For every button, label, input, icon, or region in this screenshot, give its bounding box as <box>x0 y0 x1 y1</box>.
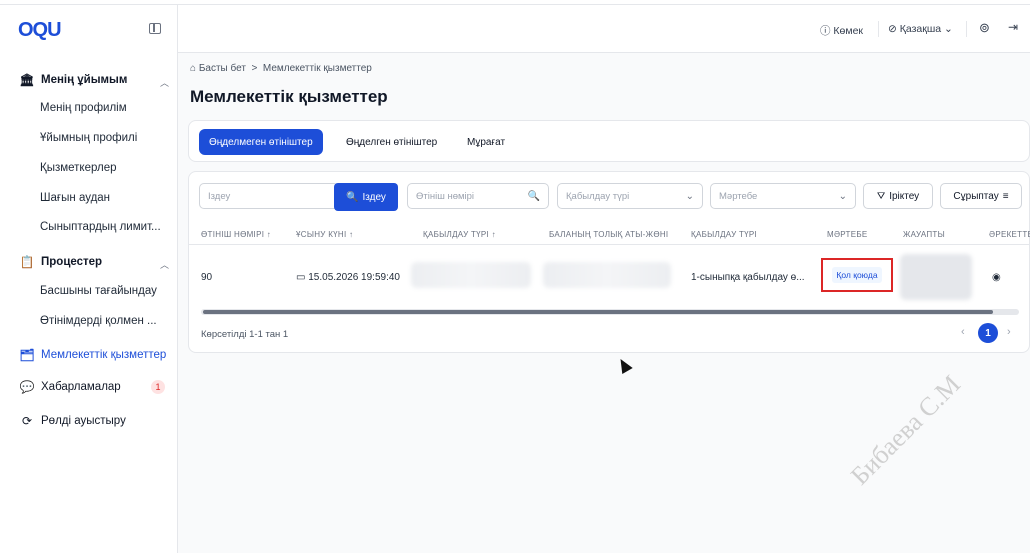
chevron-down-icon: ⌄ <box>685 190 694 202</box>
page-title: Мемлекеттік қызметтер <box>190 87 388 106</box>
cell-submit-date: ▭ 15.05.2026 19:59:40 <box>296 272 400 283</box>
column-header[interactable]: ӨТІНІШ НӨМІРІ ↑ <box>201 230 271 239</box>
globe-icon: ⊘ <box>888 23 897 35</box>
tab-unprocessed[interactable]: Өңделмеген өтініштер <box>199 129 323 155</box>
admission-type-select[interactable]: Қабылдау түрі ⌄ <box>557 183 703 209</box>
sidebar-item-notifications[interactable]: 💬 Хабарламалар <box>20 380 121 394</box>
column-header: ЖАУАПТЫ <box>903 230 945 239</box>
breadcrumb-separator: > <box>251 63 258 74</box>
search-icon: 🔍 <box>527 190 540 202</box>
sidebar-item-employees[interactable]: Қызметкерлер <box>40 162 117 174</box>
user-icon[interactable]: ⊚ <box>979 20 990 36</box>
sort-icon: ≡ <box>1002 190 1009 202</box>
building-icon: 🏛 <box>19 73 35 87</box>
column-header: ӘРЕКЕТТЕ <box>989 230 1030 239</box>
search-icon: 🔍 <box>346 191 359 203</box>
sidebar-group-label: Процестер <box>41 256 103 268</box>
chevron-up-icon[interactable]: ︿ <box>160 76 169 89</box>
application-number-input[interactable]: Өтініш нөмірі 🔍 <box>407 183 549 209</box>
main-content: ⌂ Басты бет > Мемлекеттік қызметтер Мемл… <box>178 53 1030 553</box>
status-badge-highlight: Қол қоюда <box>821 258 893 292</box>
message-icon: 💬 <box>19 380 35 394</box>
sidebar: OQU 🏛 Менің ұйымым ︿ Менің профилім Ұйым… <box>0 5 178 553</box>
chevron-up-icon[interactable]: ︿ <box>160 258 169 271</box>
redacted-cell <box>411 262 531 288</box>
sort-button[interactable]: Сұрыптау ≡ <box>940 183 1022 209</box>
sidebar-item-switch-role[interactable]: ⟳ Рөлді ауыстыру <box>20 414 126 428</box>
calendar-icon: ▭ <box>296 272 306 283</box>
sidebar-item-gov-services[interactable]: 🗂 Мемлекеттік қызметтер <box>19 348 167 362</box>
divider <box>966 21 967 37</box>
column-header[interactable]: ҚАБЫЛДАУ ТҮРІ ↑ <box>423 230 496 239</box>
redacted-cell <box>543 262 671 288</box>
sidebar-collapse-icon[interactable] <box>149 23 161 34</box>
chevron-right-icon[interactable]: › <box>1007 326 1011 338</box>
column-header: БАЛАНЫҢ ТОЛЫҚ АТЫ-ЖӨНІ <box>549 230 669 239</box>
tab-bar: Өңделмеген өтініштер Өңделген өтініштер … <box>188 120 1030 162</box>
sidebar-item-manual-applications[interactable]: Өтінімдерді қолмен ... <box>40 315 157 327</box>
column-header[interactable]: ҰСЫНУ КҮНІ ↑ <box>296 230 353 239</box>
breadcrumb-current: Мемлекеттік қызметтер <box>262 63 372 74</box>
tab-archive[interactable]: Мұрағат <box>457 129 515 155</box>
filter-button[interactable]: ⛛ Іріктеу <box>863 183 933 209</box>
app-logo[interactable]: OQU <box>18 19 62 42</box>
sidebar-group-processes[interactable]: 📋 Процестер <box>19 255 103 269</box>
tab-processed[interactable]: Өңделген өтініштер <box>336 129 447 155</box>
sidebar-group-label: Менің ұйымым <box>41 74 128 86</box>
notification-badge: 1 <box>151 380 165 394</box>
clipboard-icon: 📋 <box>19 255 35 269</box>
breadcrumb: ⌂ Басты бет > Мемлекеттік қызметтер <box>190 63 372 74</box>
logout-icon[interactable]: ⇥ <box>1008 20 1018 34</box>
chevron-down-icon: ⌄ <box>838 190 847 202</box>
divider <box>878 21 879 37</box>
cell-admission-type: 1-сыныпқа қабылдау ө... <box>691 272 805 283</box>
scrollbar-thumb[interactable] <box>203 310 993 314</box>
sidebar-link-label: Мемлекеттік қызметтер <box>41 349 167 361</box>
sidebar-group-my-org[interactable]: 🏛 Менің ұйымым <box>19 73 128 87</box>
redacted-cell <box>900 254 972 300</box>
status-select[interactable]: Мәртебе ⌄ <box>710 183 856 209</box>
help-icon: ⓘ <box>820 25 831 37</box>
divider <box>189 244 1030 245</box>
chevron-left-icon[interactable]: ‹ <box>961 326 965 338</box>
sidebar-item-assign-head[interactable]: Басшыны тағайындау <box>40 285 157 297</box>
horizontal-scrollbar[interactable] <box>201 309 1019 315</box>
services-icon: 🗂 <box>19 348 35 362</box>
refresh-icon: ⟳ <box>21 414 33 428</box>
status-badge: Қол қоюда <box>832 267 882 283</box>
help-button[interactable]: ⓘ Көмек <box>820 23 863 38</box>
sidebar-link-label: Рөлді ауыстыру <box>41 415 126 427</box>
page-button[interactable]: 1 <box>978 323 998 343</box>
language-select[interactable]: ⊘ Қазақша ⌄ <box>888 23 953 35</box>
cell-application-number: 90 <box>201 272 213 283</box>
home-icon[interactable]: ⌂ <box>190 63 196 74</box>
column-header: МӘРТЕБЕ <box>827 230 868 239</box>
filter-icon: ⛛ <box>876 190 886 202</box>
breadcrumb-home[interactable]: Басты бет <box>199 63 246 74</box>
sidebar-item-class-limits[interactable]: Сыныптардың лимит... <box>40 221 161 233</box>
sidebar-item-org-profile[interactable]: Ұйымның профилі <box>40 132 137 144</box>
column-header: ҚАБЫЛДАУ ТҮРІ <box>691 230 758 239</box>
chevron-down-icon: ⌄ <box>944 23 953 35</box>
eye-icon[interactable]: ◉ <box>992 272 1001 283</box>
search-input[interactable]: Іздеу <box>199 183 339 209</box>
sidebar-item-my-profile[interactable]: Менің профилім <box>40 102 127 114</box>
pagination-info: Көрсетілді 1-1 тан 1 <box>201 329 289 340</box>
applications-panel: Іздеу 🔍 Іздеу Өтініш нөмірі 🔍 Қабылдау түр… <box>188 171 1030 353</box>
sidebar-item-district[interactable]: Шағын аудан <box>40 192 110 204</box>
top-header: ⓘ Көмек ⊘ Қазақша ⌄ ⊚ ⇥ <box>178 5 1030 53</box>
search-button[interactable]: 🔍 Іздеу <box>334 183 398 211</box>
sidebar-link-label: Хабарламалар <box>41 381 121 393</box>
